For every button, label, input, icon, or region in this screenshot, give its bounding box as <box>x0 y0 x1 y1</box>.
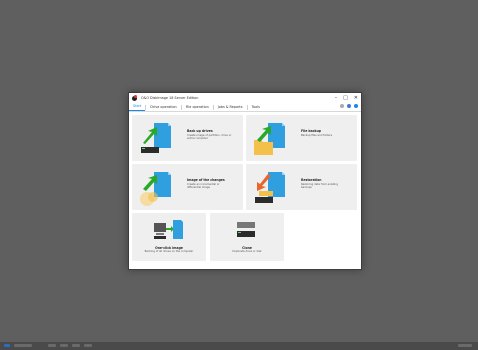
taskbar-app[interactable] <box>72 344 80 347</box>
toolbar-icons <box>340 104 358 108</box>
one-click-image-desc: Backing of all drives on the computer <box>144 250 194 253</box>
tab-start[interactable]: Start <box>129 103 146 111</box>
taskbar-search[interactable] <box>14 344 32 347</box>
clone-icon <box>237 222 255 237</box>
file-backup-card[interactable]: File backup Backup files and folders <box>246 115 357 161</box>
close-button[interactable]: ✕ <box>354 94 358 102</box>
start-page: Back up drives Create image of partition… <box>129 112 361 269</box>
help-icon[interactable] <box>354 104 358 108</box>
image-changes-icon <box>140 172 171 206</box>
taskbar-app[interactable] <box>60 344 68 347</box>
restoration-icon <box>255 172 285 203</box>
image-changes-title: Image of the changes <box>187 178 225 182</box>
backup-drives-icon <box>141 123 171 153</box>
maximize-button[interactable]: □ <box>343 94 348 102</box>
taskbar-app[interactable] <box>48 344 56 347</box>
tab-file-operation[interactable]: File operation <box>182 104 213 111</box>
tab-jobs-reports[interactable]: Jobs & Reports <box>214 104 247 111</box>
one-click-image-card[interactable]: One-click image Backing of all drives on… <box>132 213 206 261</box>
tab-drive-operation[interactable]: Drive operation <box>146 104 180 111</box>
taskbar-app[interactable] <box>84 344 92 347</box>
backup-drives-card[interactable]: Back up drives Create image of partition… <box>132 115 243 161</box>
system-tray[interactable] <box>458 344 472 347</box>
file-backup-icon <box>254 123 285 155</box>
image-changes-desc: Create an incremental or differential im… <box>187 183 220 190</box>
backup-drives-desc: Create image of partition, drive or enti… <box>187 134 232 141</box>
window-controls: – □ ✕ <box>335 94 358 102</box>
title-bar: O&O DiskImage 18 Server Edition – □ ✕ <box>129 93 361 103</box>
ribbon-tabs: Start Drive operation File operation Job… <box>129 103 361 112</box>
one-click-image-icon <box>154 220 183 239</box>
image-changes-card[interactable]: Image of the changes Create an increment… <box>132 164 243 210</box>
clone-desc: Duplicate drive or disk <box>232 250 262 253</box>
file-backup-title: File backup <box>301 129 322 133</box>
restoration-desc: Restoring data from existing backups <box>301 183 338 190</box>
app-window: O&O DiskImage 18 Server Edition – □ ✕ St… <box>128 92 362 270</box>
app-logo-icon <box>132 94 137 101</box>
backup-drives-title: Back up drives <box>187 129 213 133</box>
start-button-icon[interactable] <box>4 344 10 347</box>
tab-tools[interactable]: Tools <box>248 104 264 111</box>
restoration-card[interactable]: Restoration Restoring data from existing… <box>246 164 357 210</box>
restoration-title: Restoration <box>301 178 322 182</box>
file-backup-desc: Backup files and folders <box>301 134 333 137</box>
account-icon[interactable] <box>347 104 351 108</box>
settings-icon[interactable] <box>340 104 344 108</box>
taskbar <box>0 342 478 350</box>
clone-card[interactable]: Clone Duplicate drive or disk <box>210 213 284 261</box>
minimize-button[interactable]: – <box>335 94 338 102</box>
window-title: O&O DiskImage 18 Server Edition <box>141 96 199 100</box>
